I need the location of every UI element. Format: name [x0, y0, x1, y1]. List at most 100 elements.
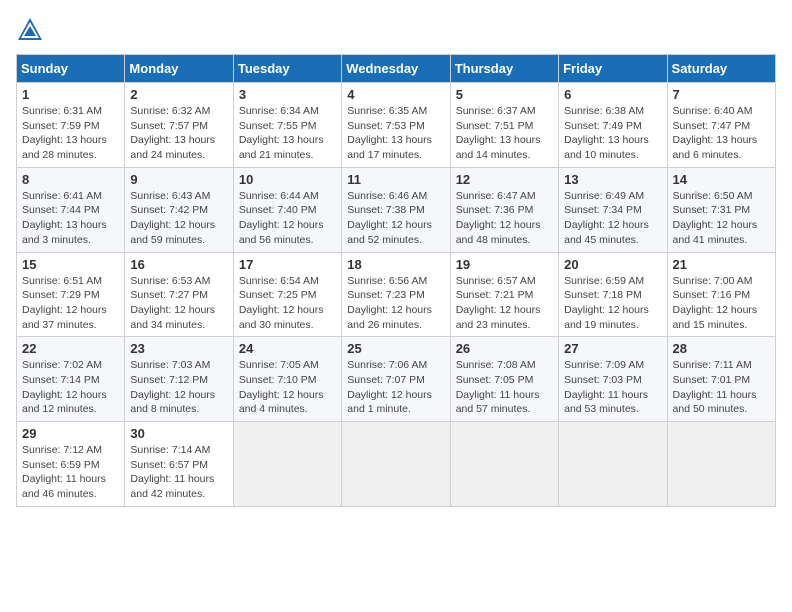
calendar-cell: 9 Sunrise: 6:43 AMSunset: 7:42 PMDaylight… [125, 167, 233, 252]
day-info: Sunrise: 6:49 AMSunset: 7:34 PMDaylight:… [564, 189, 661, 248]
calendar-cell: 6 Sunrise: 6:38 AMSunset: 7:49 PMDaylight… [559, 83, 667, 168]
day-number: 25 [347, 341, 444, 356]
calendar-cell: 19 Sunrise: 6:57 AMSunset: 7:21 PMDayligh… [450, 252, 558, 337]
day-number: 2 [130, 87, 227, 102]
day-info: Sunrise: 7:11 AMSunset: 7:01 PMDaylight:… [673, 358, 770, 417]
day-info: Sunrise: 6:50 AMSunset: 7:31 PMDaylight:… [673, 189, 770, 248]
day-info: Sunrise: 7:12 AMSunset: 6:59 PMDaylight:… [22, 443, 119, 502]
day-number: 10 [239, 172, 336, 187]
calendar-cell: 21Sunrise: 7:00 AMSunset: 7:16 PMDayligh… [667, 252, 775, 337]
day-info: Sunrise: 6:35 AMSunset: 7:53 PMDaylight:… [347, 104, 444, 163]
day-info: Sunrise: 6:41 AMSunset: 7:44 PMDaylight:… [22, 189, 119, 248]
day-number: 19 [456, 257, 553, 272]
day-number: 30 [130, 426, 227, 441]
weekday-header-monday: Monday [125, 55, 233, 83]
calendar-table: SundayMondayTuesdayWednesdayThursdayFrid… [16, 54, 776, 507]
day-info: Sunrise: 6:54 AMSunset: 7:25 PMDaylight:… [239, 274, 336, 333]
calendar-cell: 23 Sunrise: 7:03 AMSunset: 7:12 PMDayligh… [125, 337, 233, 422]
calendar-cell [559, 422, 667, 507]
day-info: Sunrise: 6:38 AMSunset: 7:49 PMDaylight:… [564, 104, 661, 163]
weekday-header-thursday: Thursday [450, 55, 558, 83]
calendar-week-row: 15Sunrise: 6:51 AMSunset: 7:29 PMDayligh… [17, 252, 776, 337]
calendar-cell: 14Sunrise: 6:50 AMSunset: 7:31 PMDayligh… [667, 167, 775, 252]
page-header [16, 16, 776, 44]
day-number: 23 [130, 341, 227, 356]
calendar-cell: 20 Sunrise: 6:59 AMSunset: 7:18 PMDayligh… [559, 252, 667, 337]
day-info: Sunrise: 6:31 AMSunset: 7:59 PMDaylight:… [22, 104, 119, 163]
day-number: 6 [564, 87, 661, 102]
calendar-cell: 7Sunrise: 6:40 AMSunset: 7:47 PMDaylight… [667, 83, 775, 168]
day-number: 5 [456, 87, 553, 102]
calendar-cell: 24 Sunrise: 7:05 AMSunset: 7:10 PMDayligh… [233, 337, 341, 422]
weekday-header-sunday: Sunday [17, 55, 125, 83]
calendar-cell: 5 Sunrise: 6:37 AMSunset: 7:51 PMDaylight… [450, 83, 558, 168]
day-info: Sunrise: 7:09 AMSunset: 7:03 PMDaylight:… [564, 358, 661, 417]
calendar-cell: 27 Sunrise: 7:09 AMSunset: 7:03 PMDayligh… [559, 337, 667, 422]
calendar-cell: 26 Sunrise: 7:08 AMSunset: 7:05 PMDayligh… [450, 337, 558, 422]
day-info: Sunrise: 6:40 AMSunset: 7:47 PMDaylight:… [673, 104, 770, 163]
calendar-cell: 22Sunrise: 7:02 AMSunset: 7:14 PMDayligh… [17, 337, 125, 422]
calendar-cell [233, 422, 341, 507]
day-number: 28 [673, 341, 770, 356]
day-number: 13 [564, 172, 661, 187]
weekday-header-friday: Friday [559, 55, 667, 83]
day-number: 20 [564, 257, 661, 272]
day-info: Sunrise: 7:02 AMSunset: 7:14 PMDaylight:… [22, 358, 119, 417]
calendar-week-row: 8 Sunrise: 6:41 AMSunset: 7:44 PMDaylight… [17, 167, 776, 252]
day-number: 1 [22, 87, 119, 102]
day-info: Sunrise: 6:46 AMSunset: 7:38 PMDaylight:… [347, 189, 444, 248]
logo-icon [16, 16, 44, 44]
calendar-cell [342, 422, 450, 507]
calendar-cell: 18 Sunrise: 6:56 AMSunset: 7:23 PMDayligh… [342, 252, 450, 337]
calendar-cell [667, 422, 775, 507]
calendar-cell: 13 Sunrise: 6:49 AMSunset: 7:34 PMDayligh… [559, 167, 667, 252]
day-number: 18 [347, 257, 444, 272]
day-number: 11 [347, 172, 444, 187]
calendar-cell: 4 Sunrise: 6:35 AMSunset: 7:53 PMDaylight… [342, 83, 450, 168]
day-info: Sunrise: 7:03 AMSunset: 7:12 PMDaylight:… [130, 358, 227, 417]
calendar-body: 1 Sunrise: 6:31 AMSunset: 7:59 PMDaylight… [17, 83, 776, 507]
day-info: Sunrise: 7:05 AMSunset: 7:10 PMDaylight:… [239, 358, 336, 417]
calendar-cell: 28 Sunrise: 7:11 AMSunset: 7:01 PMDayligh… [667, 337, 775, 422]
calendar-week-row: 1 Sunrise: 6:31 AMSunset: 7:59 PMDaylight… [17, 83, 776, 168]
day-number: 26 [456, 341, 553, 356]
weekday-header-saturday: Saturday [667, 55, 775, 83]
day-number: 4 [347, 87, 444, 102]
calendar-cell: 17 Sunrise: 6:54 AMSunset: 7:25 PMDayligh… [233, 252, 341, 337]
calendar-cell [450, 422, 558, 507]
day-number: 27 [564, 341, 661, 356]
weekday-header-tuesday: Tuesday [233, 55, 341, 83]
calendar-cell: 2 Sunrise: 6:32 AMSunset: 7:57 PMDaylight… [125, 83, 233, 168]
day-info: Sunrise: 6:53 AMSunset: 7:27 PMDaylight:… [130, 274, 227, 333]
day-info: Sunrise: 6:57 AMSunset: 7:21 PMDaylight:… [456, 274, 553, 333]
calendar-cell: 1 Sunrise: 6:31 AMSunset: 7:59 PMDaylight… [17, 83, 125, 168]
day-info: Sunrise: 6:37 AMSunset: 7:51 PMDaylight:… [456, 104, 553, 163]
calendar-cell: 10Sunrise: 6:44 AMSunset: 7:40 PMDayligh… [233, 167, 341, 252]
day-info: Sunrise: 6:43 AMSunset: 7:42 PMDaylight:… [130, 189, 227, 248]
day-info: Sunrise: 7:08 AMSunset: 7:05 PMDaylight:… [456, 358, 553, 417]
day-number: 9 [130, 172, 227, 187]
day-number: 3 [239, 87, 336, 102]
day-info: Sunrise: 7:14 AMSunset: 6:57 PMDaylight:… [130, 443, 227, 502]
day-number: 17 [239, 257, 336, 272]
logo [16, 16, 48, 44]
day-info: Sunrise: 6:32 AMSunset: 7:57 PMDaylight:… [130, 104, 227, 163]
calendar-cell: 11 Sunrise: 6:46 AMSunset: 7:38 PMDayligh… [342, 167, 450, 252]
day-info: Sunrise: 6:56 AMSunset: 7:23 PMDaylight:… [347, 274, 444, 333]
day-number: 29 [22, 426, 119, 441]
calendar-cell: 16 Sunrise: 6:53 AMSunset: 7:27 PMDayligh… [125, 252, 233, 337]
day-info: Sunrise: 6:59 AMSunset: 7:18 PMDaylight:… [564, 274, 661, 333]
calendar-cell: 25 Sunrise: 7:06 AMSunset: 7:07 PMDayligh… [342, 337, 450, 422]
day-number: 16 [130, 257, 227, 272]
calendar-cell: 15Sunrise: 6:51 AMSunset: 7:29 PMDayligh… [17, 252, 125, 337]
calendar-week-row: 29 Sunrise: 7:12 AMSunset: 6:59 PMDayligh… [17, 422, 776, 507]
calendar-cell: 30 Sunrise: 7:14 AMSunset: 6:57 PMDayligh… [125, 422, 233, 507]
day-number: 12 [456, 172, 553, 187]
day-number: 8 [22, 172, 119, 187]
day-info: Sunrise: 7:06 AMSunset: 7:07 PMDaylight:… [347, 358, 444, 417]
calendar-cell: 29 Sunrise: 7:12 AMSunset: 6:59 PMDayligh… [17, 422, 125, 507]
day-number: 24 [239, 341, 336, 356]
day-info: Sunrise: 6:47 AMSunset: 7:36 PMDaylight:… [456, 189, 553, 248]
day-info: Sunrise: 6:51 AMSunset: 7:29 PMDaylight:… [22, 274, 119, 333]
calendar-cell: 12 Sunrise: 6:47 AMSunset: 7:36 PMDayligh… [450, 167, 558, 252]
